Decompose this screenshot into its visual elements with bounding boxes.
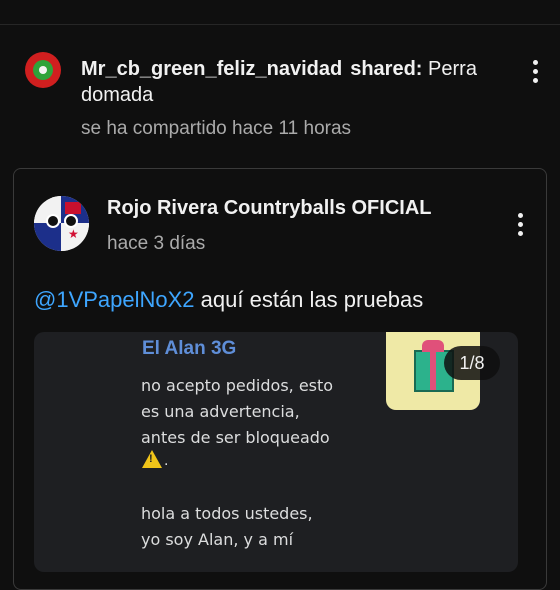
mention-link[interactable]: @1VPapelNoX2 — [34, 287, 195, 312]
kebab-menu-icon[interactable] — [515, 210, 525, 240]
channel-avatar[interactable]: ★ — [34, 196, 89, 251]
screenshot-username: El Alan 3G — [142, 338, 237, 359]
post-timestamp: hace 3 días — [107, 233, 206, 254]
image-carousel[interactable]: El Alan 3G no acepto pedidos, esto es un… — [34, 332, 518, 572]
screenshot-line: no acepto pedidos, esto — [141, 376, 334, 395]
share-timestamp: se ha compartido hace 11 horas — [81, 118, 352, 139]
channel-name[interactable]: Rojo Rivera Countryballs OFICIAL — [107, 197, 431, 220]
post-text: @1VPapelNoX2 aquí están las pruebas — [34, 287, 423, 313]
kebab-menu-icon[interactable] — [530, 57, 540, 87]
shared-label: shared: — [350, 58, 423, 80]
screenshot-line: yo soy Alan, y a mí — [141, 530, 294, 549]
screenshot-line: es una advertencia, — [141, 402, 300, 421]
screenshot-line: antes de ser bloqueado — [141, 428, 330, 447]
share-header: Mr_cb_green_feliz_navidad shared: Perra d… — [81, 56, 521, 108]
post-body: aquí están las pruebas — [200, 287, 424, 312]
sharer-username[interactable]: Mr_cb_green_feliz_navidad — [81, 58, 342, 80]
warning-suffix: . — [164, 452, 169, 469]
sharer-avatar[interactable] — [25, 52, 61, 88]
screenshot-line: hola a todos ustedes, — [141, 504, 313, 523]
top-divider — [0, 24, 560, 25]
warning-icon — [142, 450, 162, 468]
carousel-counter: 1/8 — [444, 346, 500, 380]
